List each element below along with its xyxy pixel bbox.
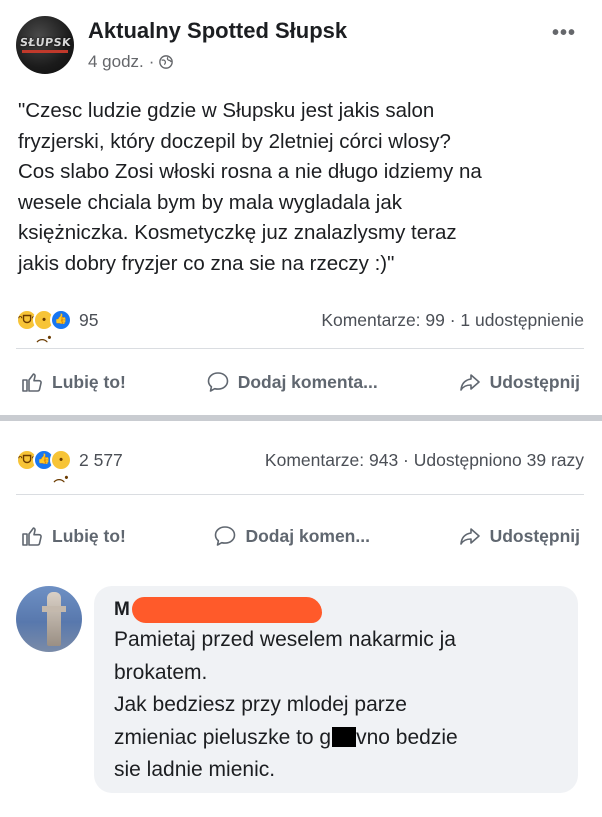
like-label: Lubię to!: [52, 525, 126, 546]
avatar-logo-bar: [22, 50, 68, 53]
redaction-mark: [131, 597, 322, 623]
comment-text: Pamietaj przed weselem nakarmic ja broka…: [114, 624, 574, 787]
comment-button[interactable]: Dodaj komen...: [213, 524, 370, 548]
share-icon: [459, 528, 480, 545]
comment-label: Dodaj komenta...: [237, 371, 378, 392]
avatar-statue-arm: [42, 606, 66, 612]
shared-post-actions: Lubię to! Dodaj komen... Udostępnij: [20, 518, 580, 554]
post-header: SŁUPSK Aktualny Spotted Słupsk 4 godz. ·…: [10, 12, 590, 74]
comments-shares-count[interactable]: Komentarze: 99 · 1 udostępnienie: [321, 310, 584, 331]
avatar-statue: [47, 592, 61, 646]
commenter-avatar[interactable]: [16, 586, 82, 652]
divider: [16, 348, 584, 349]
page-avatar[interactable]: SŁUPSK: [16, 16, 74, 74]
comment-button[interactable]: Dodaj komenta...: [206, 370, 378, 394]
reaction-count: 95: [79, 309, 99, 330]
share-label: Udostępnij: [489, 525, 580, 546]
post-text-line: wesele chciala bym by mala wygladala jak: [18, 190, 402, 214]
sad-reaction-icon: •︵•: [50, 449, 72, 484]
censor-block: [332, 726, 357, 747]
comment-line-part: zmieniac pieluszke to g: [114, 725, 332, 749]
like-button[interactable]: Lubię to!: [20, 524, 126, 548]
comment-icon: [207, 372, 229, 392]
post-text: "Czesc ludzie gdzie w Słupsku jest jakis…: [18, 96, 578, 279]
post-actions: Lubię to! Dodaj komenta... Udostępnij: [20, 364, 580, 400]
shared-post-stats: ᵔᗜᵔ 👍 •︵• 2 577 Komentarze: 943 · Udostę…: [16, 445, 584, 484]
comment-line: brokatem.: [114, 660, 208, 684]
like-button[interactable]: Lubię to!: [20, 370, 126, 394]
post-meta: 4 godz. ·: [88, 52, 174, 72]
post-time[interactable]: 4 godz.: [88, 52, 144, 72]
section-divider: [0, 415, 602, 421]
like-icon: [22, 373, 42, 392]
post-text-line: "Czesc ludzie gdzie w Słupsku jest jakis…: [18, 99, 435, 122]
comment-author-initial: M: [114, 599, 130, 620]
post-text-line: jakis dobry fryzjer co zna sie na rzeczy…: [18, 251, 395, 275]
avatar-logo-text: SŁUPSK: [19, 36, 72, 49]
share-label: Udostępnij: [489, 371, 580, 392]
comment-line: Jak bedziesz przy mlodej parze: [114, 693, 407, 716]
post-text-line: Cos slabo Zosi włoski rosna a nie długo …: [18, 160, 482, 183]
comment-author[interactable]: M: [114, 596, 322, 624]
reactions-summary[interactable]: ᵔᗜᵔ •︵• 👍 95: [16, 309, 99, 344]
share-icon: [459, 374, 480, 391]
comment-line: zmieniac pieluszke to g vno bedzie: [114, 722, 574, 755]
share-button[interactable]: Udostępnij: [458, 370, 580, 394]
comment-line: Pamietaj przed weselem nakarmic ja: [114, 628, 456, 651]
divider: [16, 494, 584, 495]
comments-shares-count[interactable]: Komentarze: 943 · Udostępniono 39 razy: [265, 450, 584, 471]
globe-icon: [159, 55, 174, 69]
post-text-line: księżniczka. Kosmetyczkę juz znalazlysmy…: [18, 221, 457, 244]
comment-label: Dodaj komen...: [245, 525, 370, 546]
post-text-line: fryzjerski, który doczepil by 2letniej c…: [18, 129, 451, 153]
page-name[interactable]: Aktualny Spotted Słupsk: [88, 18, 347, 44]
reaction-count: 2 577: [79, 449, 123, 470]
like-label: Lubię to!: [52, 371, 126, 392]
comment-line: sie ladnie mienic.: [114, 758, 276, 781]
meta-separator: ·: [148, 52, 155, 71]
more-icon[interactable]: •••: [552, 22, 576, 45]
like-reaction-icon: 👍: [50, 309, 72, 331]
reactions-summary[interactable]: ᵔᗜᵔ 👍 •︵• 2 577: [16, 449, 123, 484]
post-stats: ᵔᗜᵔ •︵• 👍 95 Komentarze: 99 · 1 udostępn…: [16, 305, 584, 344]
comment-bubble: M Pamietaj przed weselem nakarmic ja bro…: [94, 586, 578, 793]
share-button[interactable]: Udostępnij: [458, 524, 580, 548]
comment-line-part: vno bedzie: [356, 725, 458, 749]
comment-icon: [215, 526, 236, 546]
like-icon: [22, 527, 42, 546]
